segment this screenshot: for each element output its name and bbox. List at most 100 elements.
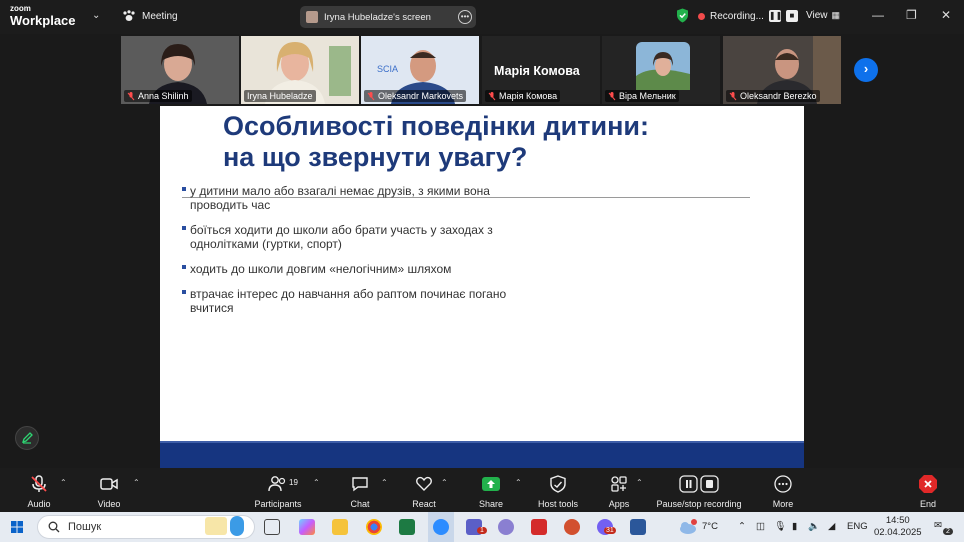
annotate-pencil-button[interactable] <box>15 426 39 450</box>
slide-bullet: у дитини мало або взагалі немає друзів, … <box>182 184 542 212</box>
mic-muted-icon <box>367 91 375 100</box>
slide-bullet: боїться ходити до школи або брати участь… <box>182 223 542 251</box>
slide-bullet-list: у дитини мало або взагалі немає друзів, … <box>182 184 542 326</box>
participant-tile[interactable]: SCIA Oleksandr Markovets <box>361 36 479 104</box>
shared-screen-slide: Особливості поведінки дитини: на що звер… <box>160 106 804 468</box>
video-options-caret[interactable]: ⌃ <box>133 478 140 487</box>
tray-app-icon[interactable]: ◫ <box>756 521 765 532</box>
screen-share-label: Iryna Hubeladze's screen <box>324 11 431 23</box>
windows-taskbar: Пошук 1 31 7°C ⌃ ◫ 🎙 ▮ 🔈 ◢ ENG 14:50 02.… <box>0 512 964 542</box>
wifi-icon[interactable]: ◢ <box>828 521 835 532</box>
screen-share-pill[interactable]: Iryna Hubeladze's screen ••• <box>300 6 476 28</box>
stop-recording-button[interactable]: ■ <box>785 10 798 22</box>
word-icon[interactable] <box>630 519 646 535</box>
windows-start-icon[interactable] <box>11 521 23 533</box>
audio-button[interactable]: Audio <box>22 474 56 509</box>
view-button[interactable]: View ▦ <box>806 10 840 21</box>
clock-date: 02.04.2025 <box>874 527 922 538</box>
slide-title: Особливості поведінки дитини: на що звер… <box>223 111 649 173</box>
svg-text:SCIA: SCIA <box>377 64 398 74</box>
search-placeholder: Пошук <box>68 521 102 533</box>
copilot-icon[interactable] <box>299 519 315 535</box>
paint-icon[interactable] <box>498 519 514 535</box>
react-button[interactable]: React <box>407 474 441 509</box>
zoom-icon[interactable] <box>433 519 449 535</box>
mic-muted-icon <box>127 91 135 100</box>
chat-options-caret[interactable]: ⌃ <box>381 478 388 487</box>
logo-workplace-text: Workplace <box>10 13 76 28</box>
view-label: View <box>806 10 828 21</box>
zoom-window: zoom Workplace ⌄ Meeting Iryna Hubeladze… <box>0 0 964 542</box>
pause-recording-button[interactable]: ❚❚ <box>768 10 782 22</box>
notifications-icon[interactable]: ✉ <box>934 520 942 531</box>
file-explorer-icon[interactable] <box>332 519 348 535</box>
mic-muted-icon <box>31 475 47 492</box>
more-options-icon[interactable]: ••• <box>458 10 472 24</box>
participant-name-badge: Iryna Hubeladze <box>244 90 316 102</box>
chevron-down-icon[interactable]: ⌄ <box>92 10 100 21</box>
react-options-caret[interactable]: ⌃ <box>441 478 448 487</box>
slide-footer-bar <box>160 441 804 468</box>
end-meeting-button[interactable]: End <box>912 474 944 509</box>
share-options-caret[interactable]: ⌃ <box>515 478 522 487</box>
video-button[interactable]: Video <box>92 474 126 509</box>
slide-title-line2: на що звернути увагу? <box>223 142 528 172</box>
close-icon[interactable]: ✕ <box>941 8 951 22</box>
microphone-icon[interactable]: 🎙 <box>774 521 786 532</box>
chat-bubble-icon <box>352 477 368 492</box>
search-highlight-bottle-icon <box>230 516 244 536</box>
battery-icon[interactable]: ▮ <box>792 521 797 532</box>
participants-count: 19 <box>289 478 298 487</box>
excel-icon[interactable] <box>399 519 415 535</box>
chat-button[interactable]: Chat <box>343 474 377 509</box>
participant-tile[interactable]: Oleksandr Berezko <box>723 36 841 104</box>
encryption-shield-icon[interactable] <box>676 8 689 23</box>
participant-name: Anna Shilinh <box>138 91 189 101</box>
audio-options-caret[interactable]: ⌃ <box>60 478 67 487</box>
minimize-icon[interactable]: — <box>872 8 884 22</box>
recording-indicator: Recording... ❚❚ ■ <box>698 10 798 22</box>
participants-icon <box>268 476 286 492</box>
more-label: More <box>772 499 794 509</box>
participants-label: Participants <box>254 499 302 509</box>
participant-name: Oleksandr Markovets <box>378 91 464 101</box>
weather-temperature[interactable]: 7°C <box>702 521 718 532</box>
video-label: Video <box>97 499 121 509</box>
apps-button[interactable]: Apps <box>602 474 636 509</box>
meeting-toolbar: Audio ⌃ Video ⌃ Participants 19 ⌃ Chat ⌃… <box>0 468 964 512</box>
pencil-icon <box>21 432 33 444</box>
search-icon <box>48 521 60 533</box>
participant-tile[interactable]: Марія Комова Марія Комова <box>482 36 600 104</box>
taskbar-clock[interactable]: 14:50 02.04.2025 <box>874 515 922 539</box>
tray-overflow-chevron-icon[interactable]: ⌃ <box>738 521 746 532</box>
meeting-info-button[interactable]: Meeting <box>122 10 178 22</box>
viber-badge: 31 <box>604 527 616 534</box>
clock-time: 14:50 <box>885 515 910 526</box>
chrome-icon[interactable] <box>366 519 382 535</box>
powerpoint-icon[interactable] <box>564 519 580 535</box>
share-label: Share <box>478 499 504 509</box>
volume-icon[interactable]: 🔈 <box>808 521 820 532</box>
participants-options-caret[interactable]: ⌃ <box>313 478 320 487</box>
slide-bullet: втрачає інтерес до навчання або раптом п… <box>182 287 542 315</box>
next-participants-button[interactable]: › <box>854 58 878 82</box>
audio-label: Audio <box>27 499 51 509</box>
weather-cloud-icon[interactable] <box>678 519 698 535</box>
apps-label: Apps <box>608 499 630 509</box>
participant-tile[interactable]: Anna Shilinh <box>121 36 239 104</box>
restore-icon[interactable]: ❐ <box>906 8 917 22</box>
acrobat-icon[interactable] <box>531 519 547 535</box>
task-view-icon[interactable] <box>264 519 280 535</box>
language-indicator[interactable]: ENG <box>847 521 868 532</box>
participant-tile[interactable]: Віра Мельник <box>602 36 720 104</box>
slide-title-line1: Особливості поведінки дитини: <box>223 111 649 141</box>
more-button[interactable]: More <box>766 474 800 509</box>
host-tools-label: Host tools <box>537 499 579 509</box>
participant-name: Віра Мельник <box>619 91 676 101</box>
more-dots-icon <box>774 475 792 493</box>
participant-tile-active[interactable]: Iryna Hubeladze <box>241 36 359 104</box>
pause-stop-recording-button[interactable]: Pause/stop recording <box>653 474 745 509</box>
share-button[interactable]: Share <box>474 474 508 509</box>
host-tools-button[interactable]: Host tools <box>534 474 582 509</box>
apps-options-caret[interactable]: ⌃ <box>636 478 643 487</box>
